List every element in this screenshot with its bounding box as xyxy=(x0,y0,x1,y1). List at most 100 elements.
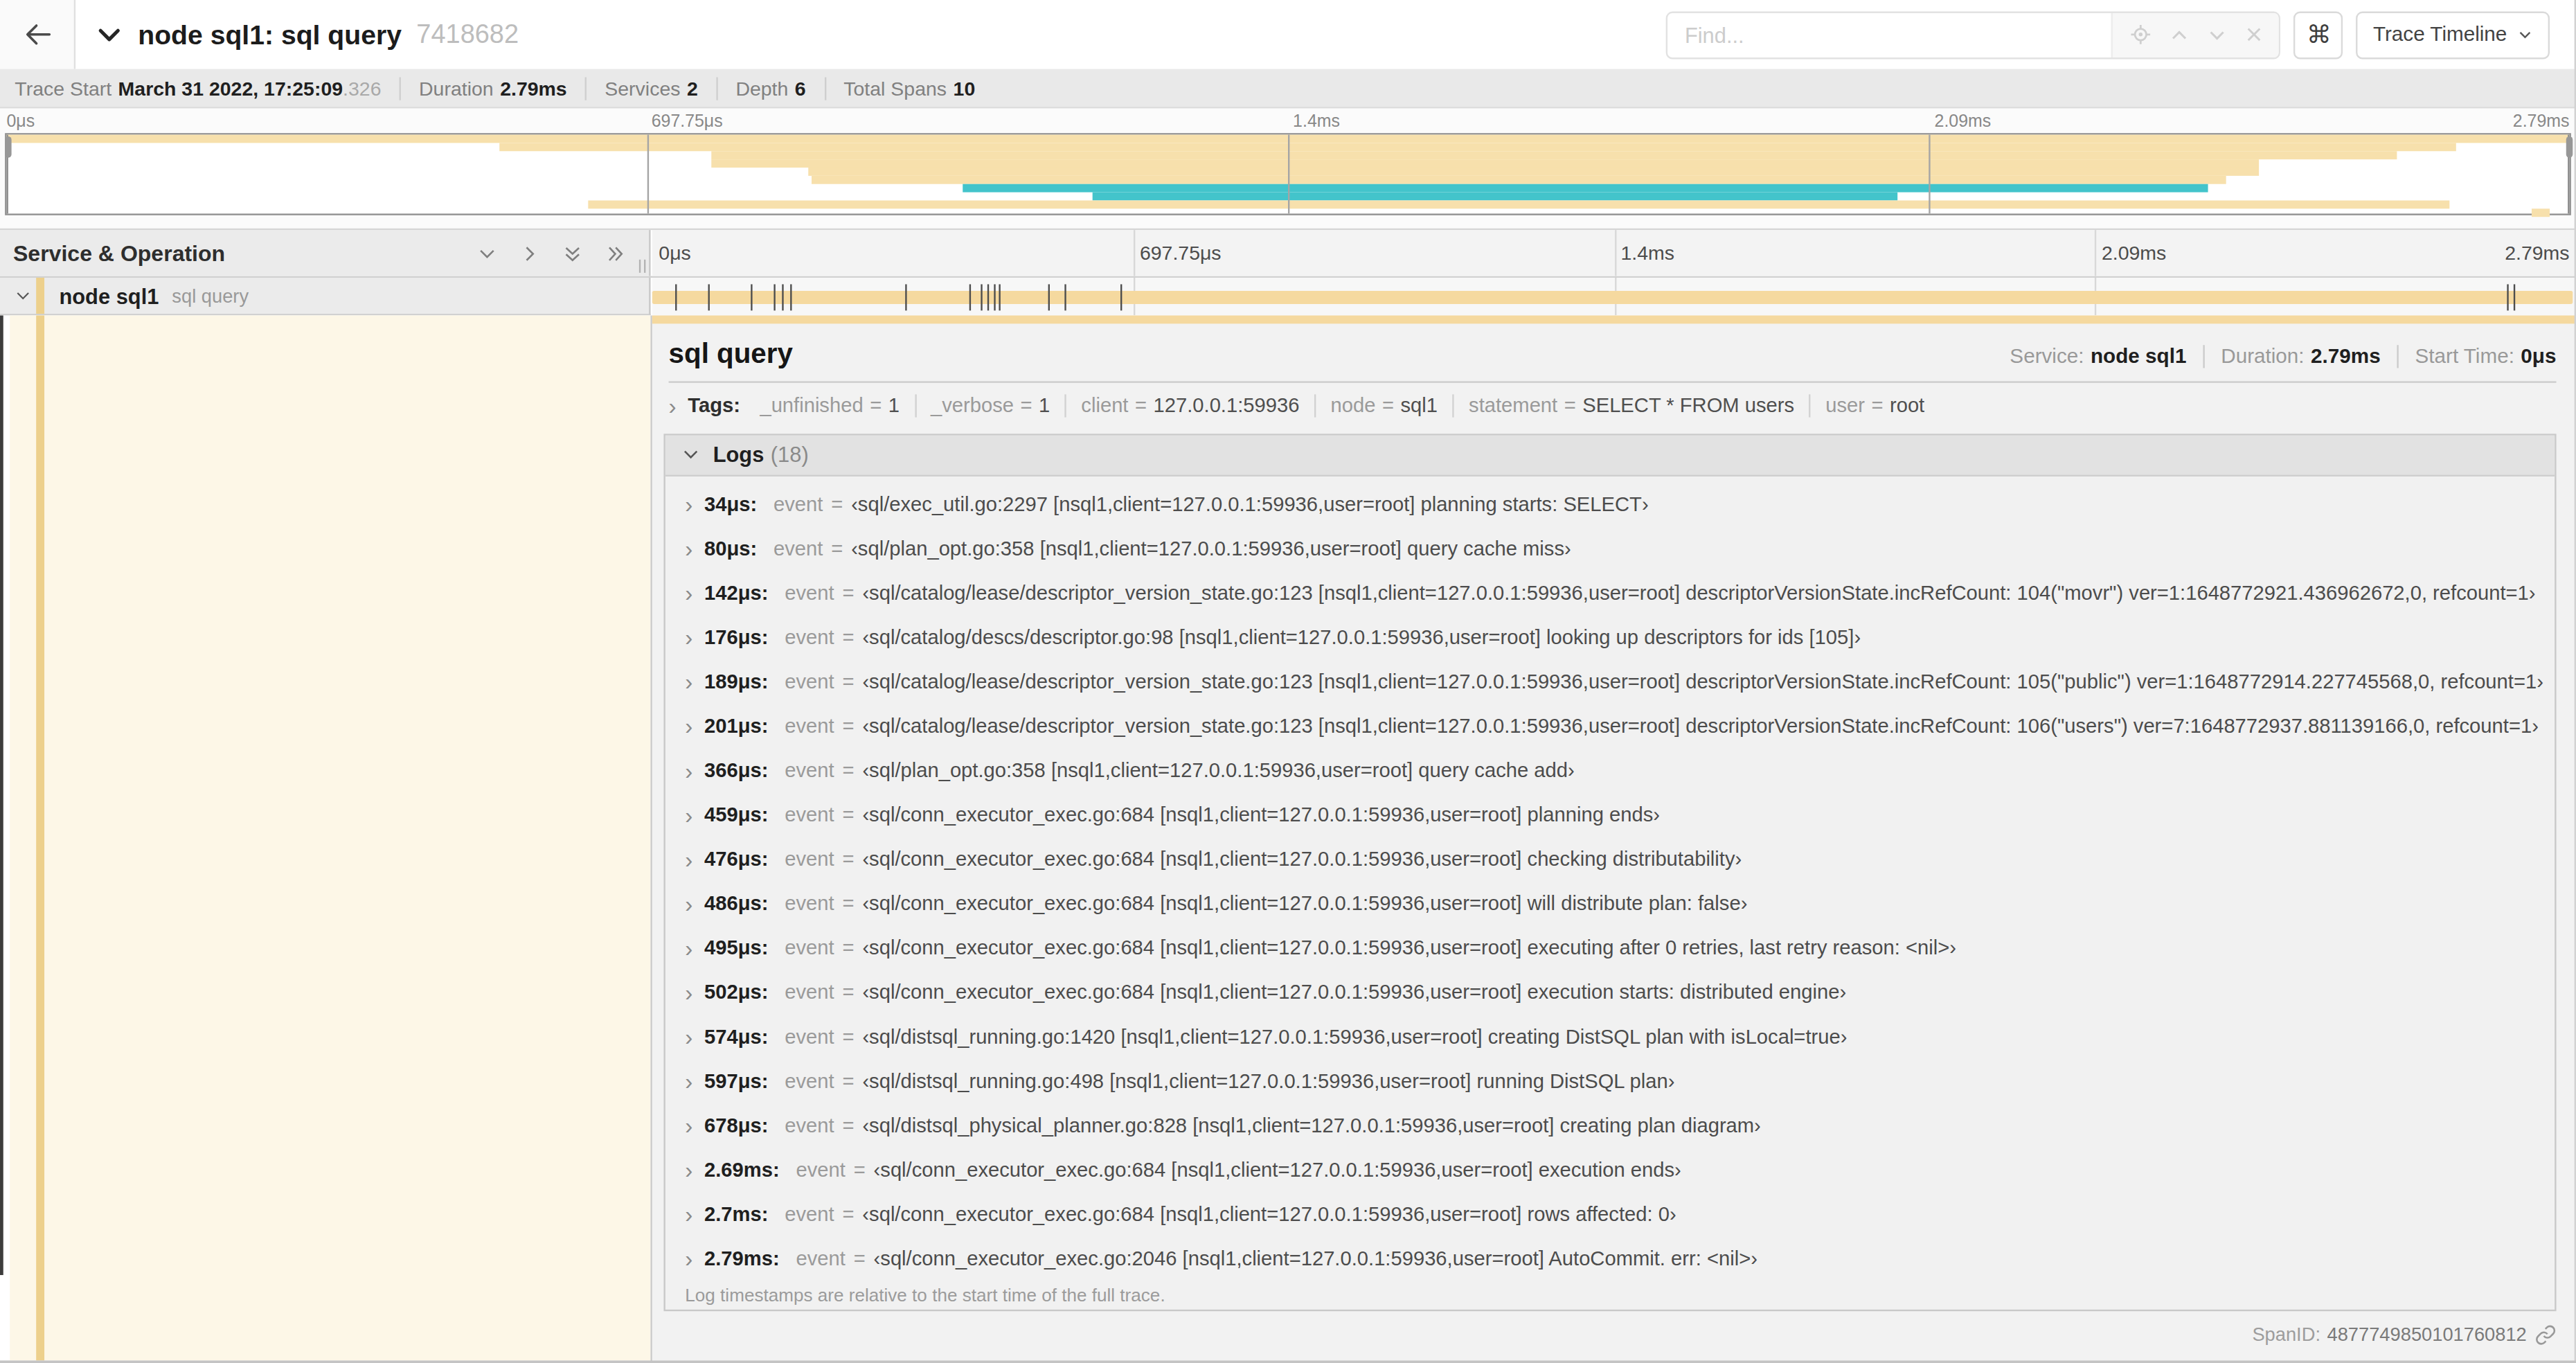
log-timestamp: 678μs: xyxy=(704,1114,768,1137)
clear-search-icon[interactable] xyxy=(2244,25,2263,44)
log-field-eq: = xyxy=(842,803,854,826)
detail-operation-title: sql query xyxy=(669,338,793,371)
app: node sql1: sql query 7418682 ⌘ Trace Tim… xyxy=(0,0,2576,1363)
log-row[interactable]: › 678μs: event = ‹sql/distsql_physical_p… xyxy=(665,1103,2555,1148)
keyboard-shortcuts-button[interactable]: ⌘ xyxy=(2294,10,2343,58)
tag-item: client=127.0.0.1:59936 xyxy=(1065,393,1300,416)
log-row[interactable]: › 201μs: event = ‹sql/catalog/lease/desc… xyxy=(665,704,2555,749)
log-row[interactable]: › 2.7ms: event = ‹sql/conn_executor_exec… xyxy=(665,1192,2555,1236)
page-title: node sql1: sql query xyxy=(138,19,402,50)
viewport-left-handle[interactable] xyxy=(6,135,8,214)
trace-id: 7418682 xyxy=(416,19,519,49)
timeline-header-row: Service & Operation 0μs 697.75μs 1.4ms 2… xyxy=(0,229,2576,278)
log-timestamp: 459μs: xyxy=(704,803,768,826)
minimap-span xyxy=(711,159,2259,168)
tag-item: statement=SELECT * FROM users xyxy=(1452,393,1794,416)
log-row[interactable]: › 80μs: event = ‹sql/plan_opt.go:358 [ns… xyxy=(665,526,2555,571)
log-marker-tick xyxy=(2514,283,2515,310)
span-row[interactable]: node sql1 sql query xyxy=(0,278,2576,316)
log-field-value: ‹sql/exec_util.go:2297 [nsql1,client=127… xyxy=(851,493,1648,516)
logs-count: (18) xyxy=(771,442,809,467)
log-row[interactable]: › 142μs: event = ‹sql/catalog/lease/desc… xyxy=(665,571,2555,615)
chevron-right-icon: › xyxy=(685,670,692,693)
log-field-key: event xyxy=(785,1025,834,1048)
view-selector-label: Trace Timeline xyxy=(2373,23,2507,46)
chevron-right-icon: › xyxy=(685,892,692,915)
log-row[interactable]: › 476μs: event = ‹sql/conn_executor_exec… xyxy=(665,837,2555,882)
log-row[interactable]: › 2.79ms: event = ‹sql/conn_executor_exe… xyxy=(665,1236,2555,1281)
minimap-canvas[interactable] xyxy=(5,133,2571,215)
log-marker-tick xyxy=(994,283,995,310)
chevron-right-icon: › xyxy=(685,981,692,1004)
log-field-eq: = xyxy=(842,582,854,605)
span-collapse-chevron[interactable] xyxy=(15,287,31,304)
span-id-label: SpanID: xyxy=(2252,1324,2320,1344)
log-row[interactable]: › 189μs: event = ‹sql/catalog/lease/desc… xyxy=(665,660,2555,704)
minimap-label: 697.75μs xyxy=(652,110,723,130)
log-row[interactable]: › 495μs: event = ‹sql/conn_executor_exec… xyxy=(665,926,2555,970)
locate-icon[interactable] xyxy=(2129,23,2152,46)
minimap-span xyxy=(711,151,2397,159)
log-timestamp: 80μs: xyxy=(704,537,757,560)
chevron-right-icon: › xyxy=(685,848,692,871)
expand-one-icon[interactable] xyxy=(519,242,541,264)
span-row-timeline-cell[interactable] xyxy=(652,278,2576,316)
tags-row[interactable]: › Tags: _unfinished=1 _verbose=1 client=… xyxy=(669,389,2557,421)
chevron-right-icon: › xyxy=(685,1203,692,1226)
expand-all-icon[interactable] xyxy=(605,242,626,264)
view-selector-button[interactable]: Trace Timeline xyxy=(2356,10,2550,58)
chevron-down-icon xyxy=(682,445,700,463)
viewport-right-handle[interactable] xyxy=(2568,135,2569,214)
log-row[interactable]: › 2.69ms: event = ‹sql/conn_executor_exe… xyxy=(665,1148,2555,1192)
link-icon[interactable] xyxy=(2535,1324,2557,1345)
back-button[interactable] xyxy=(0,0,75,69)
log-field-key: event xyxy=(785,803,834,826)
minimap-gridline xyxy=(1929,135,1930,214)
minimap-span xyxy=(809,168,2260,176)
log-field-value: ‹sql/conn_executor_exec.go:684 [nsql1,cl… xyxy=(874,1159,1681,1182)
prev-match-icon[interactable] xyxy=(2169,24,2190,45)
trace-depth: Depth6 xyxy=(716,76,806,99)
detail-row-accent xyxy=(0,316,3,1276)
log-row[interactable]: › 459μs: event = ‹sql/conn_executor_exec… xyxy=(665,793,2555,837)
collapse-title-chevron[interactable] xyxy=(96,21,123,48)
span-row-name-cell[interactable]: node sql1 sql query xyxy=(0,278,650,316)
log-marker-tick xyxy=(904,283,906,310)
log-row[interactable]: › 597μs: event = ‹sql/distsql_running.go… xyxy=(665,1059,2555,1103)
log-timestamp: 34μs: xyxy=(704,493,757,516)
log-field-eq: = xyxy=(854,1159,866,1182)
column-resize-grip[interactable] xyxy=(639,260,645,273)
scrubber-grip[interactable] xyxy=(2566,136,2572,158)
minimap-label: 2.09ms xyxy=(1935,110,1992,130)
collapse-all-icon[interactable] xyxy=(562,242,583,264)
scrubber-grip[interactable] xyxy=(4,136,10,158)
log-row[interactable]: › 486μs: event = ‹sql/conn_executor_exec… xyxy=(665,882,2555,926)
page-bottom-border xyxy=(0,1360,2576,1363)
log-row[interactable]: › 502μs: event = ‹sql/conn_executor_exec… xyxy=(665,970,2555,1015)
log-field-value: ‹sql/distsql_running.go:1420 [nsql1,clie… xyxy=(862,1025,1847,1048)
log-field-value: ‹sql/conn_executor_exec.go:684 [nsql1,cl… xyxy=(862,848,1742,871)
find-controls xyxy=(2112,12,2280,57)
log-row[interactable]: › 176μs: event = ‹sql/catalog/descs/desc… xyxy=(665,615,2555,659)
span-bar-ticks xyxy=(652,278,2576,316)
chevron-right-icon: › xyxy=(685,936,692,959)
log-field-value: ‹sql/plan_opt.go:358 [nsql1,client=127.0… xyxy=(851,537,1571,560)
log-row[interactable]: › 574μs: event = ‹sql/distsql_running.go… xyxy=(665,1015,2555,1059)
find-input[interactable] xyxy=(1668,12,2112,57)
log-field-key: event xyxy=(785,715,834,738)
chevron-right-icon: › xyxy=(685,1159,692,1182)
log-field-value: ‹sql/conn_executor_exec.go:684 [nsql1,cl… xyxy=(862,936,1956,959)
logs-header[interactable]: Logs (18) xyxy=(665,435,2555,476)
log-marker-tick xyxy=(782,283,784,310)
log-field-key: event xyxy=(785,981,834,1004)
next-match-icon[interactable] xyxy=(2206,24,2228,45)
log-row[interactable]: › 366μs: event = ‹sql/plan_opt.go:358 [n… xyxy=(665,749,2555,793)
collapse-one-icon[interactable] xyxy=(476,242,498,264)
log-field-key: event xyxy=(785,892,834,915)
log-marker-tick xyxy=(981,283,982,310)
logs-section: Logs (18) › 34μs: event = ‹sql/exec_util… xyxy=(663,433,2556,1310)
chevron-down-icon xyxy=(15,287,31,304)
log-row[interactable]: › 34μs: event = ‹sql/exec_util.go:2297 [… xyxy=(665,482,2555,526)
chevron-down-icon xyxy=(2517,26,2534,43)
minimap-span xyxy=(1093,193,1898,201)
